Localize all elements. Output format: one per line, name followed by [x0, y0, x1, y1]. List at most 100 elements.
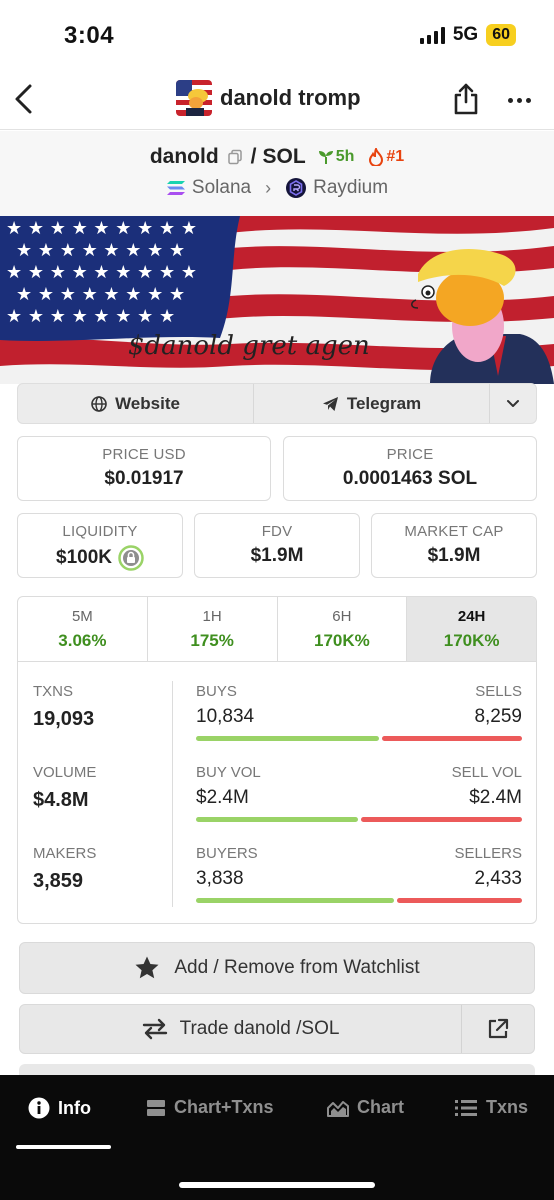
- signal-icon: [419, 26, 445, 44]
- active-tab-indicator: [16, 1145, 111, 1149]
- battery-indicator: 60: [486, 24, 516, 46]
- app-header: danold tromp: [0, 70, 554, 130]
- chevron-down-icon: [507, 399, 519, 407]
- sell-bar: [382, 736, 522, 741]
- area-chart-icon: [327, 1100, 349, 1117]
- back-button[interactable]: [10, 82, 40, 116]
- market-cap-value: $1.9M: [427, 545, 481, 566]
- raydium-icon: [286, 178, 307, 198]
- price-usd-value: $0.01917: [104, 468, 184, 489]
- sellers-label: SELLERS: [454, 845, 522, 862]
- buyers-value: 3,838: [196, 868, 244, 889]
- trending-rank-text: #1: [386, 148, 405, 165]
- sell-vol-label: SELL VOL: [451, 764, 522, 781]
- status-time: 3:04: [64, 22, 115, 49]
- chain-link[interactable]: Solana: [166, 177, 251, 199]
- makers-split-bar: [196, 898, 522, 903]
- more-links-button[interactable]: [490, 384, 536, 423]
- svg-text:★ ★ ★ ★ ★ ★ ★ ★: ★ ★ ★ ★ ★ ★ ★ ★: [16, 240, 185, 261]
- price-usd-card: PRICE USD $0.01917: [17, 436, 271, 501]
- trending-rank: #1: [368, 148, 404, 166]
- telegram-icon: [322, 396, 338, 411]
- pair-age-text: 5h: [335, 148, 355, 165]
- nav-chart-txns[interactable]: Chart+Txns: [146, 1097, 274, 1118]
- price-native-label: PRICE: [386, 446, 434, 463]
- buyers-bar: [196, 898, 394, 903]
- sell-vol-bar: [361, 817, 522, 822]
- market-cap-card: MARKET CAP $1.9M: [371, 513, 537, 578]
- liquidity-value: $100K: [18, 545, 182, 571]
- dex-link[interactable]: Raydium: [285, 177, 388, 199]
- more-options-button[interactable]: [508, 90, 534, 110]
- buys-sells-metric: BUYS SELLS 10,834 8,259: [196, 683, 522, 741]
- social-links: Website Telegram: [17, 383, 537, 424]
- buys-value: 10,834: [196, 706, 255, 727]
- pair-separator: /: [250, 145, 257, 168]
- tab-5m[interactable]: 5M 3.06%: [18, 597, 148, 661]
- info-icon: [28, 1097, 50, 1119]
- token-avatar: [176, 80, 212, 116]
- fdv-card: FDV $1.9M: [194, 513, 360, 578]
- chain-name: Solana: [191, 177, 252, 198]
- buy-bar: [196, 736, 379, 741]
- chevron-left-icon: [15, 84, 32, 114]
- makers-split-metric: BUYERS SELLERS 3,838 2,433: [196, 845, 522, 903]
- svg-text:★ ★ ★ ★ ★ ★ ★ ★ ★: ★ ★ ★ ★ ★ ★ ★ ★ ★: [6, 262, 197, 283]
- sell-vol-value: $2.4M: [469, 787, 522, 808]
- telegram-link-button[interactable]: Telegram: [254, 384, 490, 423]
- trade-label: Trade danold /SOL: [179, 1018, 340, 1039]
- chevron-right-icon: ›: [265, 177, 272, 198]
- bottom-navigation: Info Chart+Txns Chart Txns: [0, 1075, 554, 1200]
- watchlist-button[interactable]: Add / Remove from Watchlist: [19, 942, 535, 994]
- status-bar: 3:04 5G 60: [0, 0, 554, 70]
- buy-vol-value: $2.4M: [196, 787, 249, 808]
- dex-name: Raydium: [313, 177, 389, 198]
- price-usd-label: PRICE USD: [102, 446, 186, 463]
- svg-text:★ ★ ★ ★ ★ ★ ★ ★: ★ ★ ★ ★ ★ ★ ★ ★: [6, 306, 175, 327]
- buyers-label: BUYERS: [196, 845, 258, 862]
- globe-icon: [91, 395, 107, 412]
- tab-6h[interactable]: 6H 170K%: [278, 597, 408, 661]
- trade-button[interactable]: Trade danold /SOL: [20, 1005, 462, 1053]
- volume-split-metric: BUY VOL SELL VOL $2.4M $2.4M: [196, 764, 522, 822]
- solana-icon: [166, 181, 185, 195]
- makers-metric: MAKERS 3,859: [33, 845, 97, 892]
- trade-button-group: Trade danold /SOL: [19, 1004, 535, 1054]
- txns-metric: TXNS 19,093: [33, 683, 95, 730]
- watchlist-label: Add / Remove from Watchlist: [174, 957, 420, 978]
- nav-chart[interactable]: Chart: [327, 1097, 404, 1118]
- nav-info[interactable]: Info: [28, 1097, 91, 1119]
- price-native-value: 0.0001463 SOL: [342, 468, 478, 489]
- pair-info: danold / SOL 5h #1 Solana › Raydium: [0, 131, 554, 216]
- nav-txns[interactable]: Txns: [454, 1097, 528, 1118]
- list-icon: [455, 1099, 477, 1116]
- svg-text:★ ★ ★ ★ ★ ★ ★ ★: ★ ★ ★ ★ ★ ★ ★ ★: [16, 284, 185, 305]
- sellers-bar: [397, 898, 522, 903]
- share-button[interactable]: [452, 82, 480, 116]
- tab-1h[interactable]: 1H 175%: [148, 597, 278, 661]
- quote-token: SOL: [262, 145, 306, 168]
- network-type: 5G: [452, 24, 479, 45]
- liquidity-label: LIQUIDITY: [62, 523, 138, 540]
- copy-icon[interactable]: [227, 149, 243, 165]
- stats-panel: 5M 3.06% 1H 175% 6H 170K% 24H 170K% TXNS…: [17, 596, 537, 924]
- buys-label: BUYS: [196, 683, 237, 700]
- external-link-icon: [488, 1018, 509, 1039]
- telegram-label: Telegram: [346, 393, 422, 413]
- volume-metric: VOLUME $4.8M: [33, 764, 97, 811]
- sells-label: SELLS: [475, 683, 522, 700]
- buy-vol-bar: [196, 817, 358, 822]
- tab-24h[interactable]: 24H 170K%: [407, 597, 536, 661]
- star-icon: [135, 956, 159, 979]
- lock-icon[interactable]: [118, 545, 144, 571]
- external-link-button[interactable]: [462, 1005, 534, 1053]
- fdv-value: $1.9M: [250, 545, 304, 566]
- website-label: Website: [115, 393, 180, 413]
- sprout-icon: [318, 151, 333, 164]
- website-link-button[interactable]: Website: [18, 384, 254, 423]
- price-native-card: PRICE 0.0001463 SOL: [283, 436, 537, 501]
- page-title: danold tromp: [220, 85, 361, 110]
- base-token: danold: [149, 145, 219, 168]
- chart-txns-icon: [147, 1099, 165, 1116]
- fire-icon: [369, 148, 384, 166]
